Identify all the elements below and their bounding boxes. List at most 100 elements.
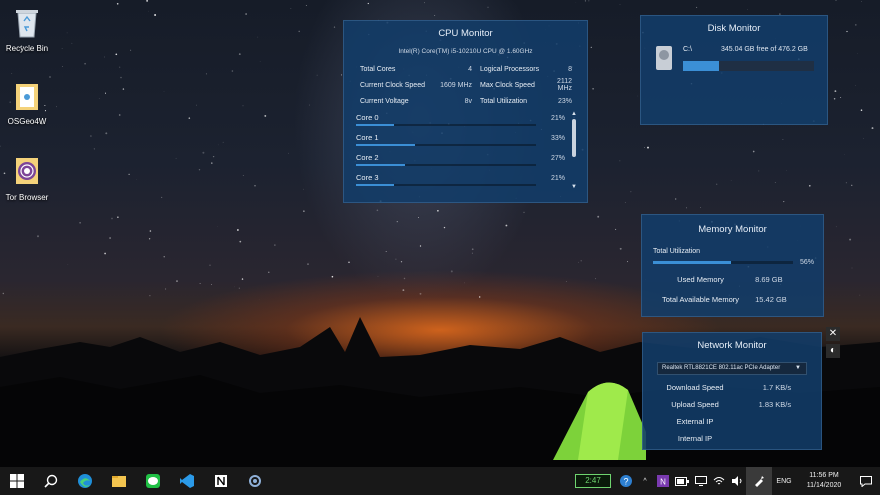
star: [136, 179, 138, 180]
star: [450, 270, 453, 273]
star: [443, 226, 446, 229]
star: [851, 184, 853, 186]
clock[interactable]: 11:56 PM 11/14/2020: [796, 467, 852, 495]
scroll-up-icon[interactable]: ▲: [570, 110, 578, 118]
star: [782, 139, 784, 140]
taskbar-app-notion[interactable]: [204, 467, 238, 495]
palette-icon[interactable]: ◐: [826, 344, 840, 358]
core-name: Core 3: [356, 173, 379, 182]
network-monitor-widget: Network Monitor Realtek RTL8821CE 802.11…: [642, 332, 822, 450]
star: [644, 147, 645, 148]
desktop-icon-label: Recycle Bin: [5, 44, 49, 53]
close-icon[interactable]: ✕: [826, 327, 840, 341]
core-usage-pct: 21%: [551, 115, 566, 122]
tray-chevron[interactable]: ^: [636, 467, 654, 495]
tray-display[interactable]: [692, 467, 710, 495]
core-name: Core 1: [356, 133, 379, 142]
star: [105, 132, 108, 135]
core-row: Core 1 33%: [356, 133, 580, 153]
pen-icon: [755, 476, 764, 487]
timer-display: 2:47: [575, 474, 611, 488]
taskbar-app-vscode[interactable]: [170, 467, 204, 495]
core-row: Core 0 21%: [356, 113, 580, 133]
star: [834, 90, 837, 93]
used-memory-label: Used Memory: [677, 275, 724, 284]
taskbar-app-edge[interactable]: [68, 467, 102, 495]
language-indicator[interactable]: ENG: [772, 467, 796, 495]
stat-label: Logical Processors: [480, 65, 540, 73]
star: [752, 150, 755, 153]
core-usage-pct: 33%: [551, 135, 566, 142]
star: [115, 53, 118, 56]
start-button[interactable]: [0, 467, 34, 495]
star: [630, 191, 632, 193]
star: [2, 292, 4, 295]
stat-value: 4: [468, 65, 472, 73]
star: [128, 173, 130, 176]
system-tray: 2:47 ? ^ N ENG 11:56 PM 11/14/2020: [570, 467, 880, 495]
memory-usage-pct: 56%: [800, 259, 815, 266]
core-list-scrollbar[interactable]: ▲ ▼: [570, 110, 578, 192]
star: [119, 66, 121, 68]
notion-icon: [215, 475, 227, 487]
star: [471, 252, 473, 254]
star: [146, 0, 148, 2]
star: [188, 117, 191, 119]
star: [211, 162, 213, 164]
desktop-icon-recycle-bin[interactable]: Recycle Bin: [0, 5, 57, 53]
star: [118, 114, 121, 116]
download-label: Download Speed: [666, 383, 724, 392]
cpu-monitor-title: CPU Monitor: [438, 28, 493, 39]
desktop-icon-tor-browser[interactable]: Tor Browser: [0, 154, 57, 202]
star: [90, 135, 92, 137]
tray-volume[interactable]: [728, 467, 746, 495]
taskbar-app-file-explorer[interactable]: [102, 467, 136, 495]
star: [860, 109, 863, 111]
stat-value: 23%: [557, 97, 572, 105]
stat-label: Total Cores: [360, 65, 396, 73]
star: [592, 87, 594, 90]
star: [619, 247, 622, 250]
taskbar-app-misc[interactable]: [238, 467, 272, 495]
scroll-down-icon[interactable]: ▼: [570, 183, 578, 191]
star: [104, 252, 106, 255]
star: [849, 238, 852, 241]
star: [716, 183, 718, 185]
star: [288, 152, 289, 154]
core-usage-bar: [356, 164, 536, 166]
timer-widget[interactable]: 2:47: [570, 467, 616, 495]
tray-onenote[interactable]: N: [654, 467, 672, 495]
star: [854, 24, 857, 26]
notification-center[interactable]: [852, 467, 880, 495]
star: [696, 6, 698, 8]
disk-monitor-widget: Disk Monitor C:\ 345.04 GB free of 476.2…: [640, 15, 828, 125]
windows-start-icon: [10, 474, 24, 488]
star: [148, 238, 151, 240]
taskbar-app-line[interactable]: [136, 467, 170, 495]
taskbar: 2:47 ? ^ N ENG 11:56 PM 11/14/2020: [0, 467, 880, 495]
star: [163, 256, 165, 258]
tray-pen[interactable]: [746, 467, 772, 495]
star: [238, 53, 241, 55]
tray-battery[interactable]: [672, 467, 692, 495]
tor-browser-icon: [16, 158, 38, 184]
app-icon: [249, 475, 261, 487]
tray-wifi[interactable]: [710, 467, 728, 495]
star: [377, 275, 379, 277]
cpu-model: Intel(R) Core(TM) i5-10210U CPU @ 1.60GH…: [398, 48, 533, 55]
network-adapter-select[interactable]: Realtek RTL8821CE 802.11ac PCIe Adapter …: [657, 362, 807, 375]
star: [341, 74, 343, 76]
star: [198, 169, 201, 171]
star: [835, 226, 837, 228]
star: [209, 264, 211, 266]
star: [871, 127, 874, 130]
star: [104, 92, 107, 94]
widget-tool-strip: ✕ ◐: [826, 327, 842, 371]
desktop-icon-osgeo4w[interactable]: OSGeo4W: [0, 78, 57, 126]
battery-icon: [675, 476, 689, 486]
search-button[interactable]: [34, 467, 68, 495]
help-tray[interactable]: ?: [616, 467, 636, 495]
disk-usage-bar: [683, 61, 814, 71]
star: [211, 284, 212, 285]
scrollbar-thumb[interactable]: [572, 119, 576, 157]
